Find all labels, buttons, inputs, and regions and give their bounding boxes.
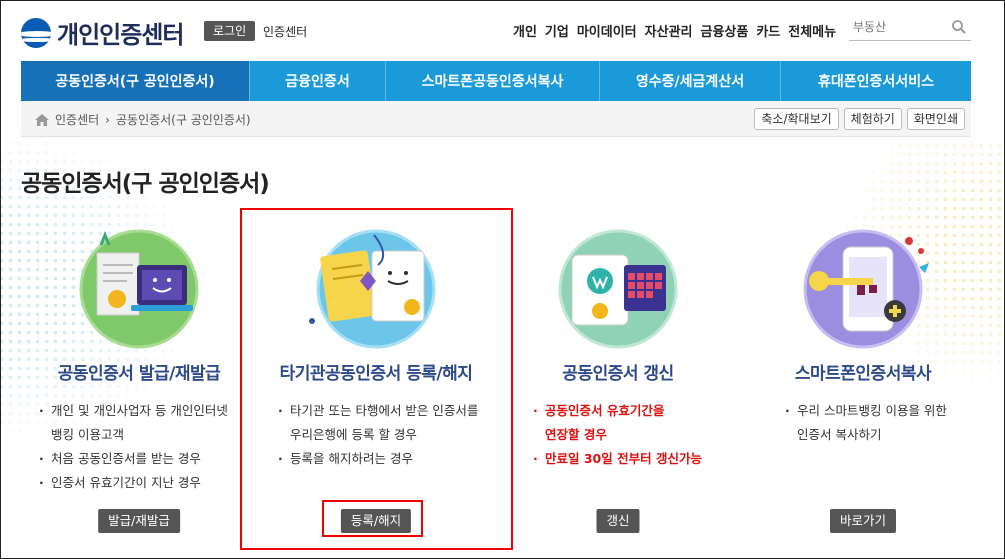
tab-mobile-certificate[interactable]: 휴대폰인증서서비스 [781,61,971,101]
card-smartphone-copy-title: 스마트폰인증서복사 [794,364,932,384]
tab-smartphone-copy[interactable]: 스마트폰공동인증서복사 [386,61,600,101]
print-button[interactable]: 화면인쇄 [906,108,965,130]
card-smartphone-copy: 스마트폰인증서복사 우리 스마트뱅킹 이용을 위한 인증서 복사하기 바로가기 [738,221,988,551]
card-issue: 공동인증서 발급/재발급 개인 및 개인사업자 등 개인인터넷 뱅킹 이용고객 … [14,221,264,551]
top-nav: 개인 기업 마이데이터 자산관리 금융상품 카드 전체메뉴 [513,21,836,40]
top-nav-card[interactable]: 카드 [756,21,780,40]
tab-financial-certificate[interactable]: 금융인증서 [250,61,386,101]
search-box [849,15,971,41]
highlight-box-button [322,500,423,537]
breadcrumb-item-current: 공동인증서(구 공인인증서) [115,113,251,127]
search-icon[interactable] [951,19,967,35]
zoom-button[interactable]: 축소/확대보기 [754,108,839,130]
login-button[interactable]: 로그인 [204,21,256,41]
top-nav-personal[interactable]: 개인 [513,21,537,40]
demo-button[interactable]: 체험하기 [843,108,902,130]
breadcrumb: 인증센터 › 공동인증서(구 공인인증서) [35,111,251,128]
issue-button[interactable]: 발급/재발급 [98,509,180,533]
list-item: 처음 공동인증서를 받는 경우 [39,447,228,471]
card-renew-title: 공동인증서 갱신 [562,364,674,384]
utility-buttons: 축소/확대보기 체험하기 화면인쇄 [754,108,965,130]
page-frame: 개인인증센터 로그인 인증센터 개인 기업 마이데이터 자산관리 금융상품 카드… [0,0,1005,559]
renew-button[interactable]: 갱신 [596,509,640,533]
top-nav-mydata[interactable]: 마이데이터 [577,21,637,40]
tab-receipt-invoice[interactable]: 영수증/세금계산서 [600,61,781,101]
list-item: 인증서 복사하기 [797,427,882,442]
site-logo[interactable]: 개인인증센터 [21,15,184,50]
card-issue-list: 개인 및 개인사업자 등 개인인터넷 뱅킹 이용고객 처음 공동인증서를 받는 … [39,399,228,495]
phone-key-illustration [803,229,929,349]
top-nav-asset[interactable]: 자산관리 [645,21,693,40]
card-smartphone-copy-list: 우리 스마트뱅킹 이용을 위한 인증서 복사하기 [785,399,947,447]
list-item: 인증서 유효기간이 지난 경우 [39,471,228,495]
card-renew: 공동인증서 갱신 공동인증서 유효기간을 연장할 경우 만료일 30일 전부터 … [493,221,743,551]
list-item: 공동인증서 유효기간을 [533,399,702,423]
list-item: 뱅킹 이용고객 [51,427,124,442]
tab-joint-certificate[interactable]: 공동인증서(구 공인인증서) [21,61,250,101]
breadcrumb-item-center[interactable]: 인증센터 [55,111,99,128]
woori-logo-icon [21,17,51,48]
search-input[interactable] [849,15,949,39]
main-nav: 공동인증서(구 공인인증서) 금융인증서 스마트폰공동인증서복사 영수증/세금계… [21,61,971,101]
page-title: 공동인증서(구 공인인증서) [21,171,270,197]
highlight-box-card [240,208,513,550]
top-nav-business[interactable]: 기업 [545,21,569,40]
top-nav-all-menu[interactable]: 전체메뉴 [788,21,836,40]
list-item: 만료일 30일 전부터 갱신가능 [533,447,702,471]
logo-text: 개인인증센터 [57,21,184,49]
list-item: 개인 및 개인사업자 등 개인인터넷 [39,399,228,423]
certificate-laptop-illustration [79,229,199,349]
center-label[interactable]: 인증센터 [263,23,307,40]
list-item: 연장할 경우 [545,427,607,442]
site-header: 개인인증센터 로그인 인증센터 개인 기업 마이데이터 자산관리 금융상품 카드… [1,1,1004,61]
go-button[interactable]: 바로가기 [829,509,897,533]
card-renew-list: 공동인증서 유효기간을 연장할 경우 만료일 30일 전부터 갱신가능 [533,399,702,471]
top-nav-products[interactable]: 금융상품 [701,21,749,40]
breadcrumb-separator: › [105,112,110,127]
card-issue-title: 공동인증서 발급/재발급 [57,364,221,384]
home-icon[interactable] [35,113,49,126]
certificate-calendar-illustration [558,229,678,349]
breadcrumb-bar: 인증센터 › 공동인증서(구 공인인증서) 축소/확대보기 체험하기 화면인쇄 [21,101,971,137]
list-item: 우리 스마트뱅킹 이용을 위한 [785,399,947,423]
